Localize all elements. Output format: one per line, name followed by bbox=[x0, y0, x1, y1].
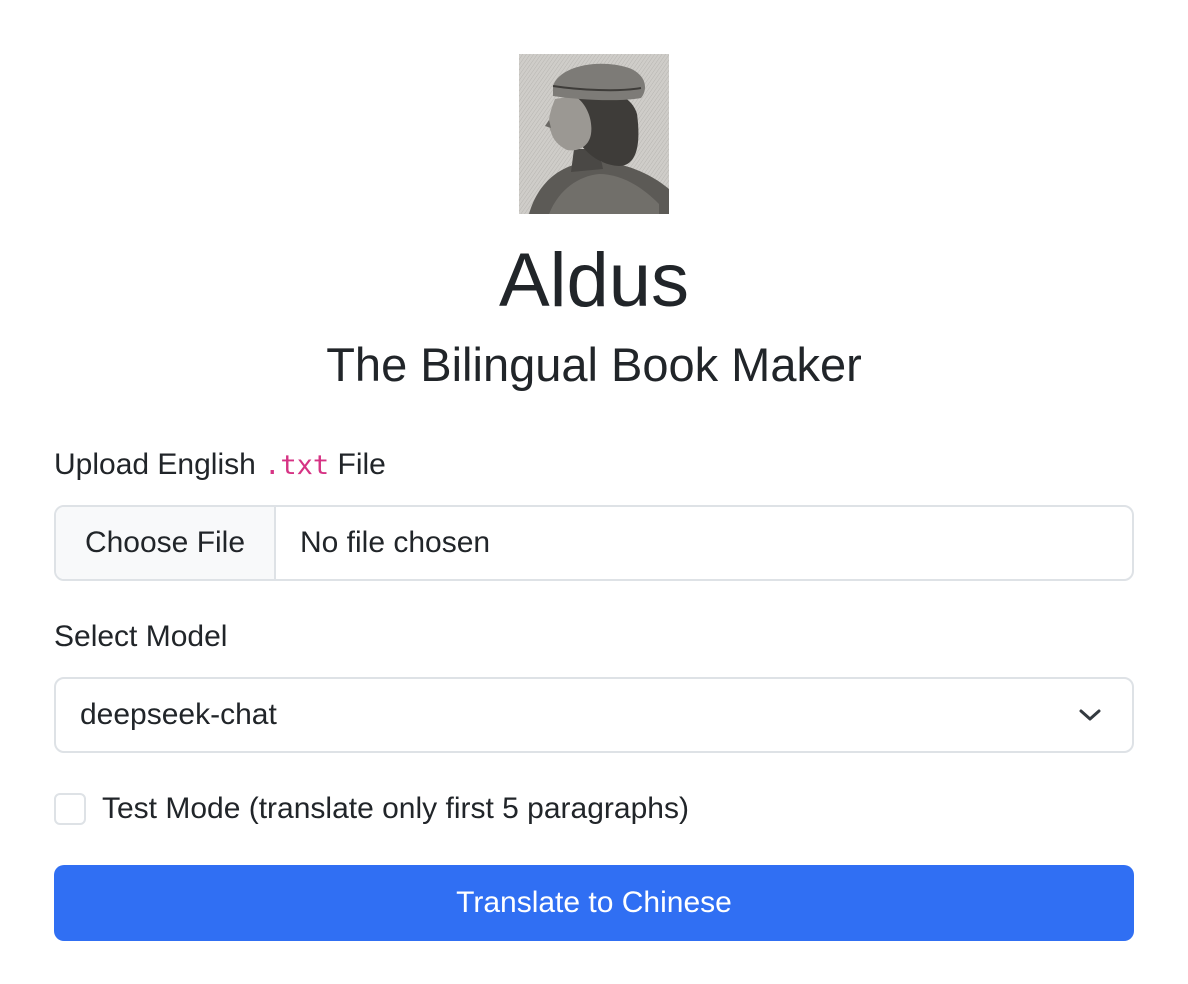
app-subtitle: The Bilingual Book Maker bbox=[326, 338, 862, 391]
choose-file-button[interactable]: Choose File bbox=[56, 507, 276, 579]
upload-label-extension: .txt bbox=[264, 450, 330, 481]
upload-label: Upload English .txt File bbox=[54, 445, 386, 486]
portrait-image bbox=[519, 54, 669, 214]
file-input[interactable]: Choose File No file chosen bbox=[54, 505, 1134, 581]
translate-button[interactable]: Translate to Chinese bbox=[54, 865, 1134, 941]
test-mode-label[interactable]: Test Mode (translate only first 5 paragr… bbox=[102, 792, 689, 826]
model-select-value: deepseek-chat bbox=[80, 698, 277, 731]
model-label: Select Model bbox=[54, 620, 228, 653]
test-mode-row: Test Mode (translate only first 5 paragr… bbox=[54, 789, 689, 829]
file-status: No file chosen bbox=[300, 526, 491, 559]
app-title: Aldus bbox=[498, 238, 690, 323]
upload-label-prefix: Upload English bbox=[54, 448, 256, 481]
chevron-down-icon bbox=[1076, 701, 1104, 729]
page: Aldus The Bilingual Book Maker Upload En… bbox=[0, 0, 1188, 984]
upload-label-suffix: File bbox=[337, 448, 386, 481]
model-select[interactable]: deepseek-chat bbox=[54, 677, 1134, 753]
test-mode-checkbox[interactable] bbox=[54, 793, 86, 825]
